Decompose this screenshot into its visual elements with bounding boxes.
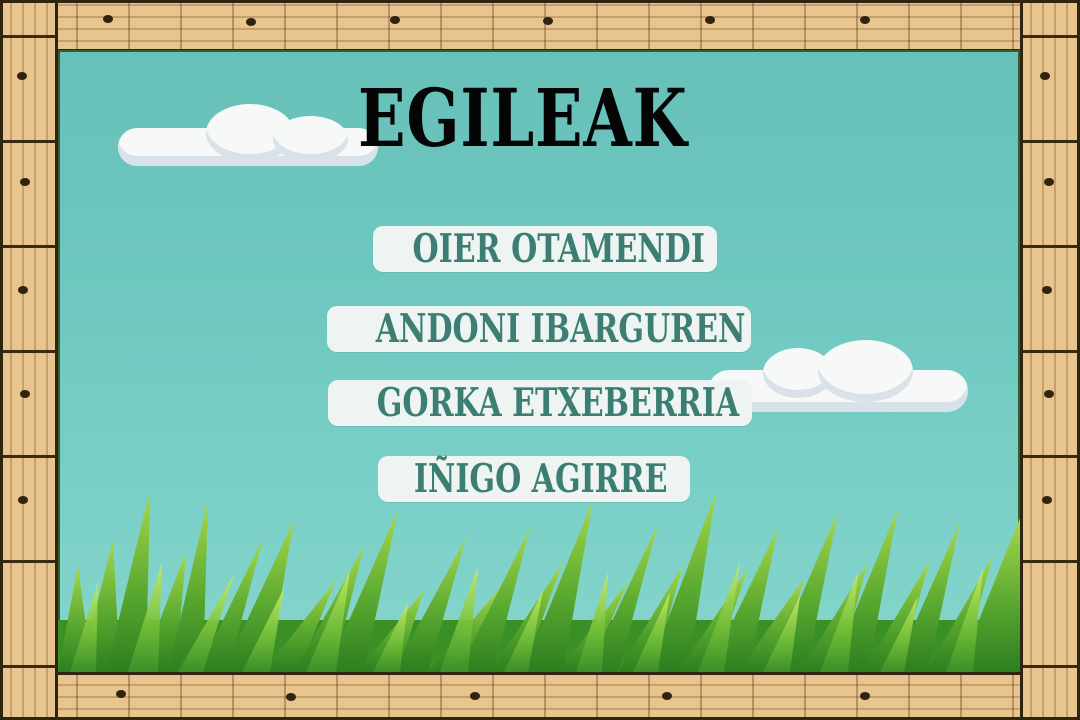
credit-name-tag: IÑIGO AGIRRE (378, 456, 690, 502)
credit-name: GORKA ETXEBERRIA (376, 380, 740, 426)
credit-name-tag: GORKA ETXEBERRIA (328, 380, 752, 426)
credit-name-tag: OIER OTAMENDI (373, 226, 717, 272)
credits-screen: EGILEAK OIER OTAMENDI ANDONI IBARGUREN G… (0, 0, 1080, 720)
credit-name: OIER OTAMENDI (412, 226, 705, 272)
credits-list: OIER OTAMENDI ANDONI IBARGUREN GORKA ETX… (0, 0, 1080, 720)
credit-name: IÑIGO AGIRRE (413, 456, 668, 502)
credit-name-tag: ANDONI IBARGUREN (327, 306, 751, 352)
credit-name: ANDONI IBARGUREN (375, 306, 746, 352)
